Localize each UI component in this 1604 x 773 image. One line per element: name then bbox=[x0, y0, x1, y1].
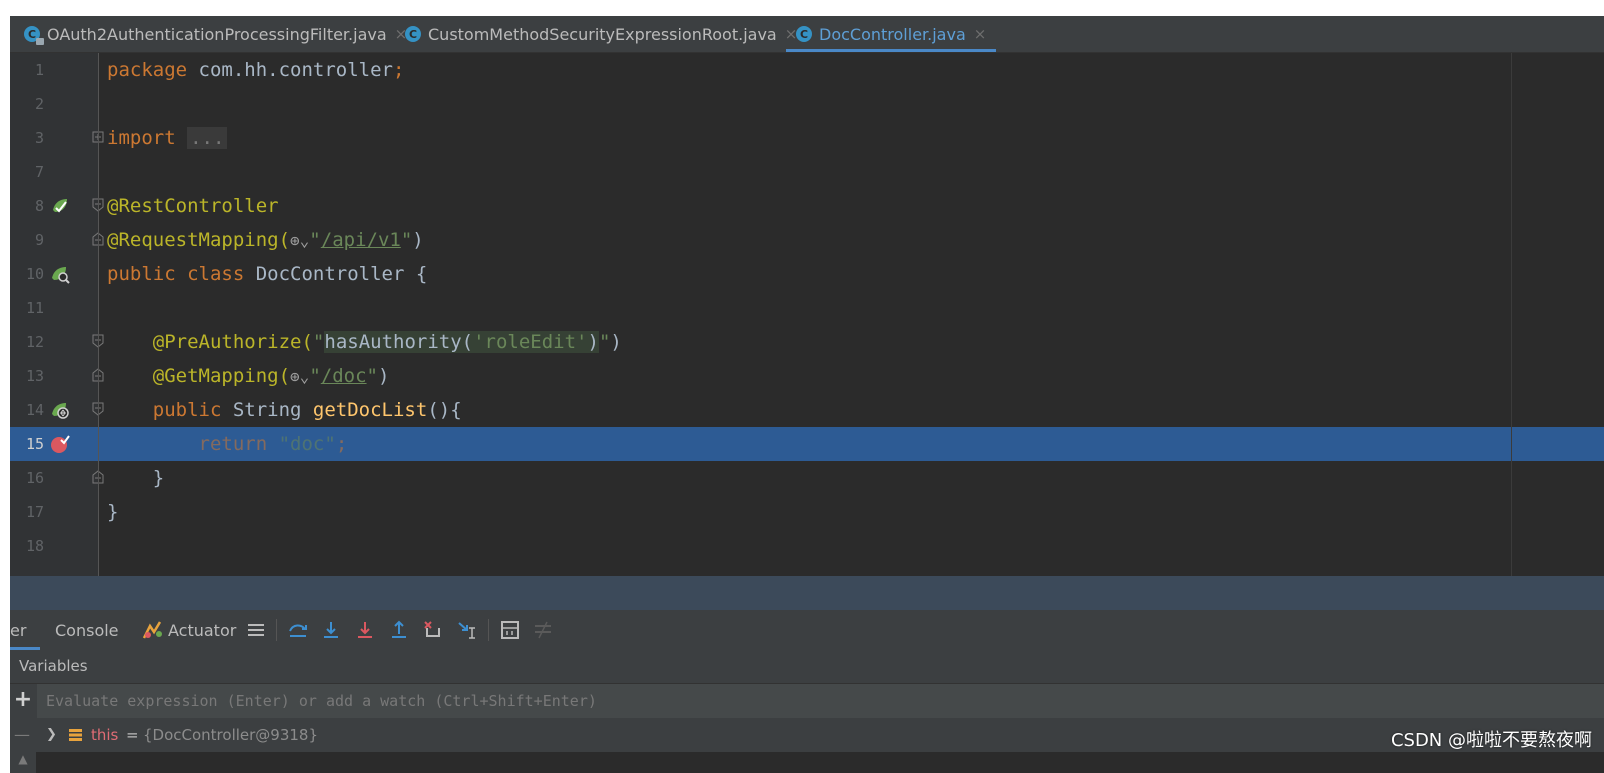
line-number: 13 bbox=[25, 367, 44, 385]
actuator-icon bbox=[142, 621, 162, 639]
code-line[interactable]: 7 bbox=[10, 155, 1604, 189]
code-text: @PreAuthorize("hasAuthority('roleEdit')"… bbox=[152, 331, 622, 353]
evaluate-expression-icon[interactable] bbox=[500, 620, 520, 640]
code-text: import ... bbox=[107, 121, 228, 155]
code-line[interactable]: 12 @PreAuthorize("hasAuthority('roleEdit… bbox=[10, 325, 1604, 359]
evaluate-expression-input[interactable]: Evaluate expression (Enter) or add a wat… bbox=[37, 684, 1604, 718]
java-class-icon: C bbox=[405, 26, 421, 42]
code-line[interactable]: 9 @RequestMapping(⊕⌄"/api/v1") bbox=[10, 223, 1604, 257]
collapse-up-icon[interactable]: ▲ bbox=[10, 752, 36, 773]
variable-row[interactable]: — ❯ this = {DocController@9318} bbox=[10, 718, 1604, 752]
code-line[interactable]: 11 bbox=[10, 291, 1604, 325]
line-number: 15 bbox=[25, 435, 44, 453]
run-to-cursor-icon[interactable] bbox=[457, 620, 477, 640]
variables-header: Variables bbox=[10, 650, 1604, 684]
tab-actuator[interactable]: Actuator bbox=[142, 610, 236, 650]
tab-oauth2-filter[interactable]: C OAuth2AuthenticationProcessingFilter.j… bbox=[24, 16, 407, 52]
trace-icon[interactable] bbox=[533, 620, 553, 640]
evaluate-row: + Evaluate expression (Enter) or add a w… bbox=[10, 684, 1604, 719]
code-line[interactable]: 13 @GetMapping(⊕⌄"/doc") bbox=[10, 359, 1604, 393]
line-number: 2 bbox=[34, 95, 44, 113]
spring-bean-icon[interactable] bbox=[50, 196, 70, 216]
debug-toolbar: er Console Actuator bbox=[10, 610, 1604, 651]
code-line-current-breakpoint[interactable]: 15 return "doc"; bbox=[10, 427, 1604, 461]
expand-arrow-icon[interactable]: ❯ bbox=[46, 718, 57, 752]
toolbar-separator bbox=[488, 619, 489, 641]
code-text: @RestController bbox=[107, 195, 279, 217]
code-text: @RequestMapping(⊕⌄"/api/v1") bbox=[107, 223, 424, 258]
gutter-divider bbox=[98, 53, 99, 576]
web-globe-icon[interactable]: ⊕⌄ bbox=[290, 360, 309, 394]
tab-label: DocController.java bbox=[819, 24, 966, 44]
show-execution-point-icon[interactable] bbox=[288, 620, 308, 640]
variables-title: Variables bbox=[19, 657, 88, 675]
variable-equals: = bbox=[126, 726, 139, 744]
code-line[interactable]: 10 public class DocController { bbox=[10, 257, 1604, 291]
tab-console[interactable]: Console bbox=[55, 610, 119, 650]
line-number: 17 bbox=[25, 503, 44, 521]
line-number: 8 bbox=[34, 197, 44, 215]
code-text: return "doc"; bbox=[198, 433, 348, 455]
editor-bottom-strip bbox=[10, 576, 1604, 610]
code-line[interactable]: 14 public String getDocList(){ bbox=[10, 393, 1604, 427]
field-icon bbox=[69, 729, 82, 741]
line-number: 16 bbox=[25, 469, 44, 487]
code-line[interactable]: 3 import ... bbox=[10, 121, 1604, 155]
ide-window: C OAuth2AuthenticationProcessingFilter.j… bbox=[10, 16, 1604, 773]
code-editor[interactable]: 1 package com.hh.controller; 2 3 import … bbox=[10, 53, 1604, 576]
url-link[interactable]: /api/v1 bbox=[321, 229, 401, 251]
step-into-icon[interactable] bbox=[321, 620, 341, 640]
watermark: CSDN @啦啦不要熬夜啊 bbox=[1390, 730, 1592, 751]
line-number: 11 bbox=[25, 299, 44, 317]
java-class-icon: C bbox=[24, 26, 44, 45]
breakpoint-icon[interactable] bbox=[50, 434, 70, 454]
web-globe-icon[interactable]: ⊕⌄ bbox=[290, 224, 309, 258]
line-number: 18 bbox=[25, 537, 44, 555]
remove-watch-icon[interactable]: — bbox=[14, 718, 30, 752]
variable-name: this bbox=[91, 726, 119, 744]
folded-imports[interactable]: ... bbox=[187, 127, 228, 149]
line-number: 12 bbox=[25, 333, 44, 351]
step-out-icon[interactable] bbox=[389, 620, 409, 640]
variable-value: {DocController@9318} bbox=[143, 726, 319, 744]
code-line[interactable]: 1 package com.hh.controller; bbox=[10, 53, 1604, 87]
spring-request-mapping-icon[interactable] bbox=[50, 400, 70, 420]
code-line[interactable]: 2 bbox=[10, 87, 1604, 121]
code-text: @GetMapping(⊕⌄"/doc") bbox=[107, 359, 390, 394]
toolbar-separator bbox=[276, 619, 277, 641]
url-link[interactable]: /doc bbox=[321, 365, 367, 387]
line-number: 1 bbox=[34, 61, 44, 79]
tab-label: OAuth2AuthenticationProcessingFilter.jav… bbox=[47, 24, 387, 44]
code-text: public class DocController { bbox=[107, 263, 428, 285]
line-number: 10 bbox=[25, 265, 44, 283]
close-icon[interactable]: × bbox=[974, 25, 987, 43]
list-icon[interactable] bbox=[246, 620, 266, 640]
spring-bean-search-icon[interactable] bbox=[50, 264, 70, 284]
tab-debugger[interactable]: er bbox=[10, 610, 41, 650]
code-text: package com.hh.controller; bbox=[107, 59, 405, 81]
editor-tab-bar: C OAuth2AuthenticationProcessingFilter.j… bbox=[10, 16, 1604, 53]
code-text: } bbox=[152, 467, 165, 489]
code-text: public String getDocList(){ bbox=[152, 399, 462, 421]
code-line[interactable]: 18 bbox=[10, 529, 1604, 563]
code-text: } bbox=[107, 501, 119, 523]
line-number: 7 bbox=[34, 163, 44, 181]
tab-custom-root[interactable]: C CustomMethodSecurityExpressionRoot.jav… bbox=[405, 16, 797, 52]
line-number: 14 bbox=[25, 401, 44, 419]
code-line[interactable]: 17 } bbox=[10, 495, 1604, 529]
add-watch-button[interactable]: + bbox=[10, 684, 36, 718]
java-class-icon: C bbox=[796, 26, 812, 42]
code-line[interactable]: 8 @RestController bbox=[10, 189, 1604, 223]
force-step-into-icon[interactable] bbox=[355, 620, 375, 640]
line-number: 9 bbox=[34, 231, 44, 249]
right-margin-guide bbox=[1511, 53, 1512, 576]
tab-label: CustomMethodSecurityExpressionRoot.java bbox=[428, 24, 777, 44]
drop-frame-icon[interactable] bbox=[423, 620, 443, 640]
code-line[interactable]: 16 } bbox=[10, 461, 1604, 495]
tab-doc-controller[interactable]: C DocController.java × bbox=[786, 16, 997, 52]
line-number: 3 bbox=[34, 129, 44, 147]
lock-icon bbox=[36, 38, 44, 45]
